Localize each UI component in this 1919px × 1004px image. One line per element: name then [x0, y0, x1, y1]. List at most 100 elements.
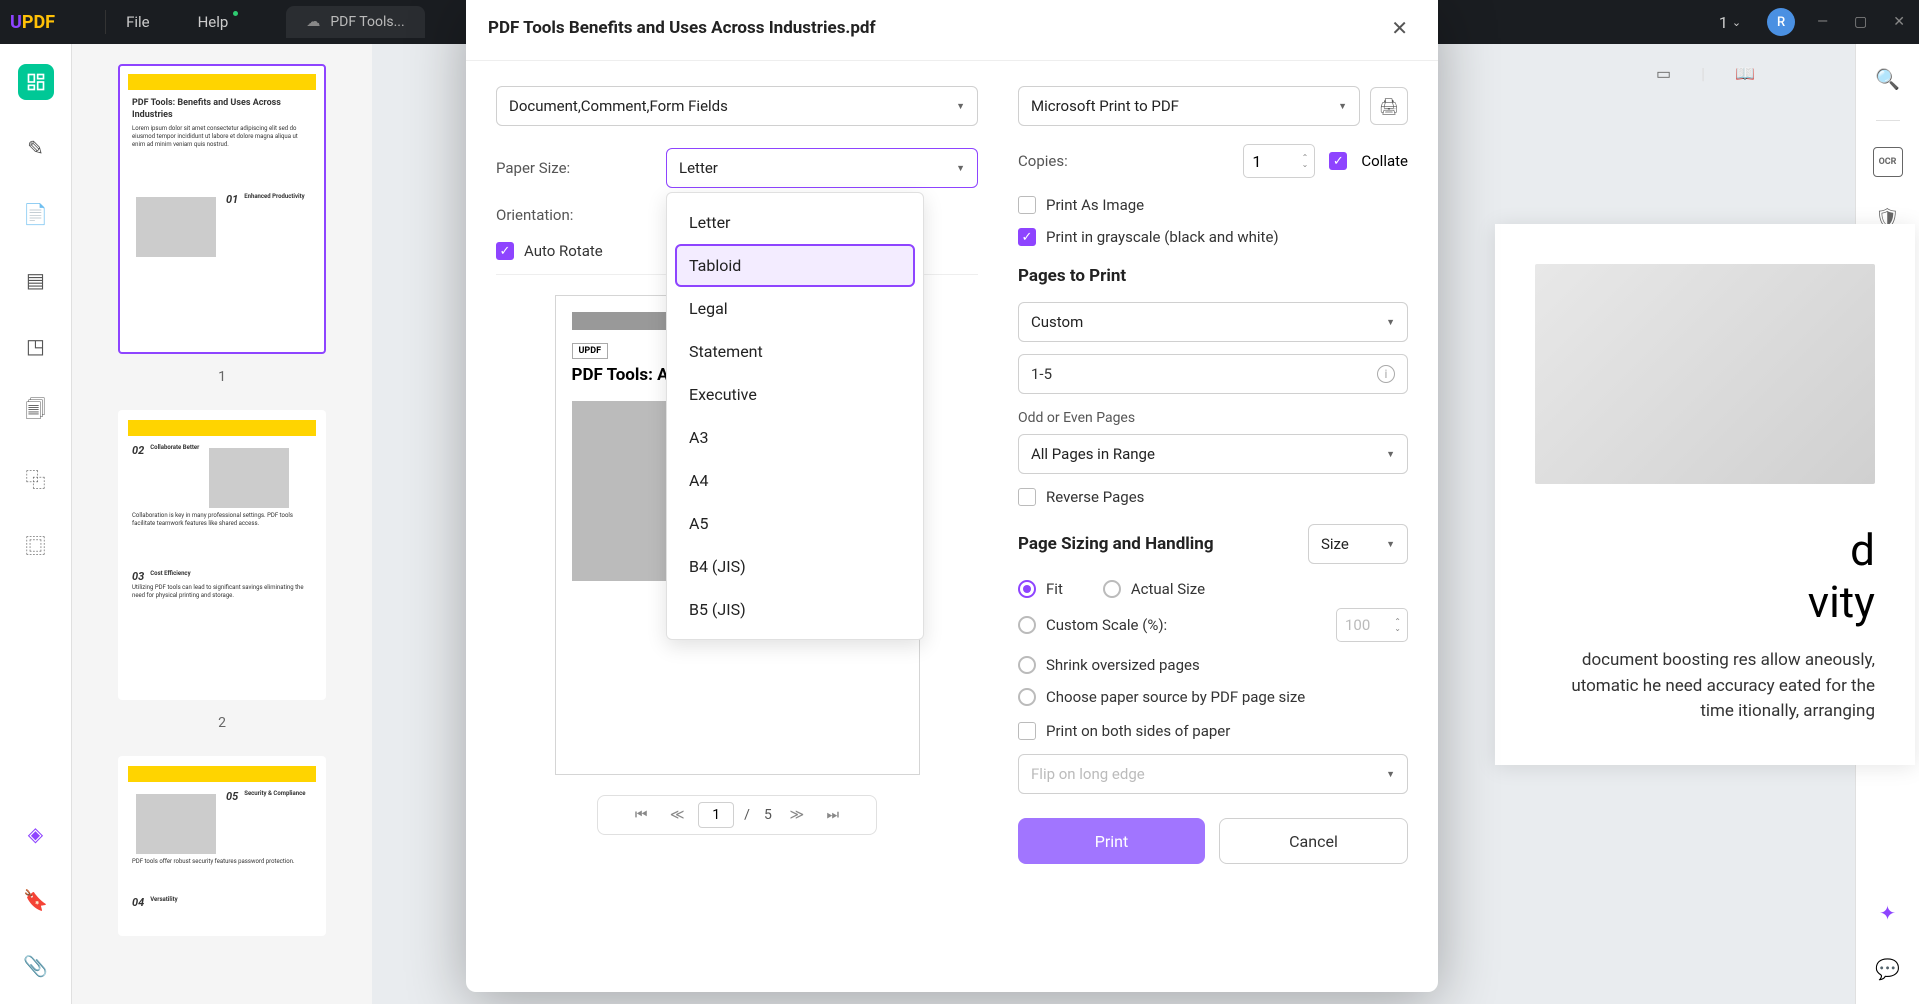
cancel-button[interactable]: Cancel: [1219, 818, 1408, 864]
minimize-button[interactable]: —: [1813, 10, 1832, 34]
menu-help[interactable]: Help: [198, 13, 229, 31]
grayscale-checkbox[interactable]: ✓: [1018, 228, 1036, 246]
print-as-image-label: Print As Image: [1046, 196, 1144, 214]
both-sides-checkbox[interactable]: [1018, 722, 1036, 740]
info-icon[interactable]: i: [1377, 365, 1395, 383]
last-page-button[interactable]: ⏭: [818, 807, 848, 823]
present-icon[interactable]: ▭: [1656, 64, 1671, 83]
thumbnail-number-1: 1: [218, 369, 226, 385]
dialog-title: PDF Tools Benefits and Uses Across Indus…: [488, 18, 876, 38]
print-right-panel: Microsoft Print to PDF 🖨 Copies: 1 ✓ Col…: [1018, 86, 1408, 972]
doc-body-text: document boosting res allow aneously, ut…: [1535, 648, 1875, 725]
thumbnail-page-1[interactable]: PDF Tools: Benefits and Uses Across Indu…: [118, 64, 326, 354]
paper-size-option-legal[interactable]: Legal: [675, 287, 915, 330]
left-toolbar: ✎ 📄 ▤ ◳ 🗐 ⿻ ⿴ ◈ 🔖 📎: [0, 44, 72, 1004]
doc-heading: d vity: [1535, 524, 1875, 628]
total-pages: 5: [764, 807, 772, 823]
preview-pager: ⏮ ≪ / 5 ≫ ⏭: [597, 795, 877, 835]
close-window-button[interactable]: ✕: [1889, 10, 1909, 34]
chevron-down-icon: ⌄: [1732, 16, 1741, 29]
auto-rotate-checkbox[interactable]: ✓: [496, 242, 514, 260]
current-page-input[interactable]: [698, 802, 734, 828]
actual-size-label: Actual Size: [1131, 580, 1205, 598]
print-as-image-checkbox[interactable]: [1018, 196, 1036, 214]
paper-size-option-a5[interactable]: A5: [675, 502, 915, 545]
collate-checkbox[interactable]: ✓: [1329, 152, 1347, 170]
doc-hero-image: [1535, 264, 1875, 484]
paper-size-option-a3[interactable]: A3: [675, 416, 915, 459]
pages-mode-dropdown[interactable]: Custom: [1018, 302, 1408, 342]
paper-size-options-list: Letter Tabloid Legal Statement Executive…: [666, 192, 924, 640]
auto-rotate-label: Auto Rotate: [524, 242, 603, 260]
document-tab[interactable]: ☁ PDF Tools...: [286, 6, 424, 38]
paper-size-option-b5[interactable]: B5 (JIS): [675, 588, 915, 631]
odd-even-label: Odd or Even Pages: [1018, 410, 1408, 426]
thumbnails-tool-icon[interactable]: [18, 64, 54, 100]
thumb-header-bar: [128, 766, 316, 782]
thumbnail-panel: PDF Tools: Benefits and Uses Across Indu…: [72, 44, 372, 1004]
bookmark-icon[interactable]: 🔖: [18, 882, 54, 918]
actual-size-radio[interactable]: [1103, 580, 1121, 598]
search-icon[interactable]: 🔍: [1873, 64, 1903, 94]
copies-spinner[interactable]: 1: [1243, 144, 1315, 178]
paper-size-option-tabloid[interactable]: Tabloid: [675, 244, 915, 287]
odd-even-dropdown[interactable]: All Pages in Range: [1018, 434, 1408, 474]
organize-tool-icon[interactable]: 🗐: [18, 394, 54, 430]
edit-text-tool-icon[interactable]: 📄: [18, 196, 54, 232]
thumbnail-page-2[interactable]: 02Collaborate Better Collaboration is ke…: [118, 410, 326, 700]
ocr-icon[interactable]: OCR: [1873, 147, 1903, 177]
paper-size-option-b4[interactable]: B4 (JIS): [675, 545, 915, 588]
print-dialog: PDF Tools Benefits and Uses Across Indus…: [466, 0, 1438, 992]
first-page-button[interactable]: ⏮: [626, 807, 656, 823]
layers-icon[interactable]: ◈: [18, 816, 54, 852]
print-button[interactable]: Print: [1018, 818, 1205, 864]
attachment-icon[interactable]: 📎: [18, 948, 54, 984]
highlight-tool-icon[interactable]: ✎: [18, 130, 54, 166]
paper-size-option-executive[interactable]: Executive: [675, 373, 915, 416]
shrink-radio[interactable]: [1018, 656, 1036, 674]
sizing-mode-dropdown[interactable]: Size: [1308, 524, 1408, 564]
custom-scale-spinner[interactable]: 100: [1336, 608, 1408, 642]
paper-size-option-statement[interactable]: Statement: [675, 330, 915, 373]
page-tool-icon[interactable]: ▤: [18, 262, 54, 298]
grayscale-label: Print in grayscale (black and white): [1046, 228, 1279, 246]
maximize-button[interactable]: ▢: [1850, 10, 1871, 34]
print-left-panel: Document,Comment,Form Fields Paper Size:…: [496, 86, 978, 972]
thumb-image: [136, 794, 216, 854]
custom-scale-radio[interactable]: [1018, 616, 1036, 634]
page-sizing-heading: Page Sizing and Handling: [1018, 534, 1308, 554]
thumb-image: [209, 448, 289, 508]
reverse-pages-checkbox[interactable]: [1018, 488, 1036, 506]
close-dialog-button[interactable]: ✕: [1391, 16, 1408, 40]
paper-size-dropdown[interactable]: Letter: [666, 148, 978, 188]
redact-tool-icon[interactable]: ⿻: [18, 460, 54, 496]
page-range-input[interactable]: 1-5 i: [1018, 354, 1408, 394]
paper-size-option-a4[interactable]: A4: [675, 459, 915, 502]
content-type-dropdown[interactable]: Document,Comment,Form Fields: [496, 86, 978, 126]
ai-icon[interactable]: ✦: [1873, 898, 1903, 928]
titlebar-page-indicator[interactable]: 1 ⌄: [1719, 13, 1741, 32]
copies-label: Copies:: [1018, 152, 1229, 170]
reverse-pages-label: Reverse Pages: [1046, 488, 1144, 506]
reader-icon[interactable]: 📖: [1735, 64, 1755, 83]
tab-title: PDF Tools...: [330, 14, 404, 30]
printer-settings-button[interactable]: 🖨: [1370, 87, 1408, 125]
paper-source-radio[interactable]: [1018, 688, 1036, 706]
both-sides-label: Print on both sides of paper: [1046, 722, 1230, 740]
flip-dropdown: Flip on long edge: [1018, 754, 1408, 794]
compare-tool-icon[interactable]: ⿴: [18, 526, 54, 562]
user-avatar[interactable]: R: [1767, 8, 1795, 36]
paper-size-option-letter[interactable]: Letter: [675, 201, 915, 244]
thumbnail-page-3[interactable]: 05Security & Compliance PDF tools offer …: [118, 756, 326, 936]
fit-radio[interactable]: [1018, 580, 1036, 598]
crop-tool-icon[interactable]: ◳: [18, 328, 54, 364]
prev-page-button[interactable]: ≪: [662, 807, 692, 823]
next-page-button[interactable]: ≫: [782, 807, 812, 823]
update-dot-icon: [233, 11, 238, 16]
menu-file[interactable]: File: [126, 13, 150, 31]
preview-logo: UPDF: [572, 343, 609, 359]
logo-u: U: [10, 12, 22, 33]
comment-icon[interactable]: 💬: [1873, 954, 1903, 984]
printer-dropdown[interactable]: Microsoft Print to PDF: [1018, 86, 1360, 126]
divider: [105, 10, 106, 34]
